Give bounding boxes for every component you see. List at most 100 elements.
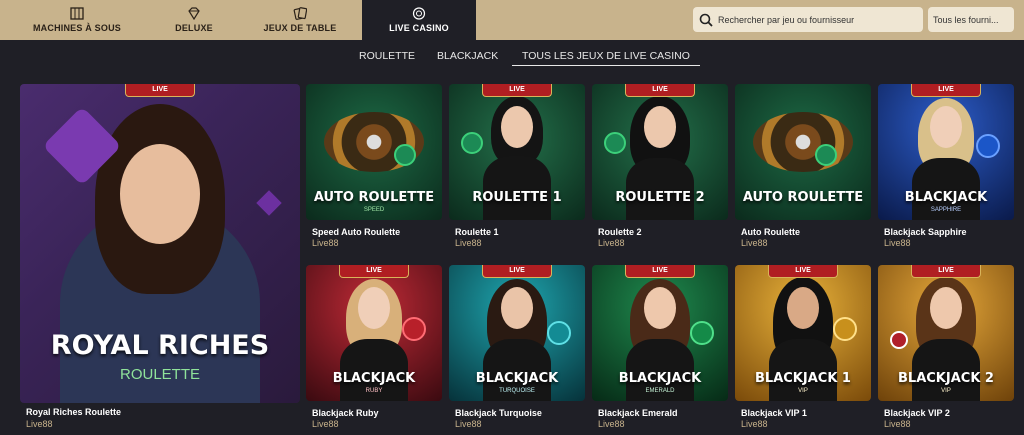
dealer-face: [644, 106, 676, 148]
featured-game-tile[interactable]: LIVE ROYAL RICHES ROULETTE: [20, 84, 300, 403]
live-badge: LIVE: [768, 265, 838, 278]
game-provider: Live88: [598, 238, 625, 248]
game-name[interactable]: Roulette 2: [598, 227, 642, 237]
blackjack-icon: [547, 321, 571, 345]
blackjack-icon: [976, 134, 1000, 158]
game-name[interactable]: Auto Roulette: [741, 227, 800, 237]
game-title: BLACKJACK 1: [755, 371, 851, 386]
blackjack-icon: [833, 317, 857, 341]
game-provider: Live88: [598, 419, 625, 429]
game-subtitle: SPEED: [363, 207, 385, 213]
live-badge: LIVE: [625, 265, 695, 278]
diamond-icon: [188, 7, 200, 20]
roulette-icon: [604, 132, 626, 154]
game-title: BLACKJACK: [904, 190, 988, 205]
game-tile[interactable]: AUTO ROULETTE SPEED: [306, 84, 442, 220]
game-tile[interactable]: LIVE BLACKJACK RUBY: [306, 265, 442, 401]
blackjack-icon: [402, 317, 426, 341]
subtab-all-live[interactable]: TOUS LES JEUX DE LIVE CASINO: [512, 50, 700, 66]
dealer-face: [930, 106, 962, 148]
subtab-blackjack[interactable]: BLACKJACK: [437, 50, 498, 62]
search-input[interactable]: [718, 14, 918, 25]
game-title: ROULETTE 2: [615, 190, 705, 205]
game-name[interactable]: Blackjack Emerald: [598, 408, 678, 418]
game-title: AUTO ROULETTE: [742, 190, 864, 205]
game-name[interactable]: Blackjack VIP 2: [884, 408, 950, 418]
game-tile[interactable]: LIVE ROULETTE 1: [449, 84, 585, 220]
game-name[interactable]: Speed Auto Roulette: [312, 227, 400, 237]
live-badge: LIVE: [125, 84, 195, 97]
game-subtitle: VIP: [798, 388, 808, 394]
game-name[interactable]: Royal Riches Roulette: [26, 407, 121, 417]
game-subtitle: VIP: [941, 388, 951, 394]
game-title: BLACKJACK 2: [898, 371, 994, 386]
game-subtitle: RUBY: [365, 388, 383, 394]
roulette-icon: [394, 144, 416, 166]
roulette-icon: [461, 132, 483, 154]
game-name[interactable]: Blackjack VIP 1: [741, 408, 807, 418]
game-provider: Live88: [312, 238, 339, 248]
nav-table-games[interactable]: JEUX DE TABLE: [260, 0, 340, 40]
game-provider: Live88: [455, 419, 482, 429]
dealer-face: [644, 287, 676, 329]
live-badge: LIVE: [482, 265, 552, 278]
slot-machine-icon: [70, 7, 84, 20]
game-title: ROULETTE 1: [472, 190, 562, 205]
blackjack-icon: [690, 321, 714, 345]
game-subtitle: TURQUOISE: [499, 388, 535, 394]
dealer-face: [501, 106, 533, 148]
game-provider: Live88: [884, 238, 911, 248]
game-tile[interactable]: LIVE BLACKJACK EMERALD: [592, 265, 728, 401]
live-badge: LIVE: [482, 84, 552, 97]
featured-subtitle: ROULETTE: [119, 366, 200, 383]
dealer-face: [358, 287, 390, 329]
live-badge: LIVE: [339, 265, 409, 278]
chip-icon: [412, 7, 426, 20]
dealer-body: [483, 156, 551, 220]
nav-label: JEUX DE TABLE: [263, 23, 337, 33]
game-provider: Live88: [884, 419, 911, 429]
search-icon: [699, 13, 713, 27]
roulette-icon: [815, 144, 837, 166]
nav-label: LIVE CASINO: [389, 23, 449, 33]
game-name[interactable]: Blackjack Ruby: [312, 408, 379, 418]
cards-icon: [293, 7, 307, 20]
chip-icon: [890, 331, 908, 349]
search-box[interactable]: [693, 7, 923, 32]
game-tile[interactable]: LIVE BLACKJACK SAPPHIRE: [878, 84, 1014, 220]
game-title: BLACKJACK: [618, 371, 702, 386]
game-tile[interactable]: LIVE ROULETTE 2: [592, 84, 728, 220]
game-tile[interactable]: LIVE BLACKJACK TURQUOISE: [449, 265, 585, 401]
game-subtitle: EMERALD: [645, 388, 675, 394]
game-provider: Live88: [741, 419, 768, 429]
nav-live-casino[interactable]: LIVE CASINO: [362, 0, 476, 40]
dealer-face: [501, 287, 533, 329]
game-tile[interactable]: LIVE BLACKJACK 2 VIP: [878, 265, 1014, 401]
game-title: BLACKJACK: [332, 371, 416, 386]
nav-slots[interactable]: MACHINES À SOUS: [28, 0, 126, 40]
provider-select[interactable]: Tous les fourni...: [928, 7, 1014, 32]
game-name[interactable]: Blackjack Sapphire: [884, 227, 967, 237]
game-subtitle: SAPPHIRE: [930, 207, 962, 213]
dealer-face: [930, 287, 962, 329]
nav-label: MACHINES À SOUS: [32, 23, 121, 33]
sparkle-icon: [256, 190, 282, 216]
live-badge: LIVE: [911, 265, 981, 278]
subtab-roulette[interactable]: ROULETTE: [359, 50, 415, 62]
live-badge: LIVE: [911, 84, 981, 97]
game-name[interactable]: Roulette 1: [455, 227, 499, 237]
dealer-body: [626, 158, 694, 220]
nav-deluxe[interactable]: DELUXE: [160, 0, 228, 40]
dealer-face: [120, 144, 200, 244]
game-title: BLACKJACK: [475, 371, 559, 386]
game-title: AUTO ROULETTE: [313, 190, 435, 205]
game-tile[interactable]: LIVE BLACKJACK 1 VIP: [735, 265, 871, 401]
game-name[interactable]: Blackjack Turquoise: [455, 408, 542, 418]
game-tile[interactable]: AUTO ROULETTE: [735, 84, 871, 220]
dealer-face: [787, 287, 819, 329]
featured-title: ROYAL RICHES: [50, 330, 270, 361]
game-provider: Live88: [741, 238, 768, 248]
game-provider: Live88: [26, 419, 53, 429]
live-badge: LIVE: [625, 84, 695, 97]
game-provider: Live88: [312, 419, 339, 429]
